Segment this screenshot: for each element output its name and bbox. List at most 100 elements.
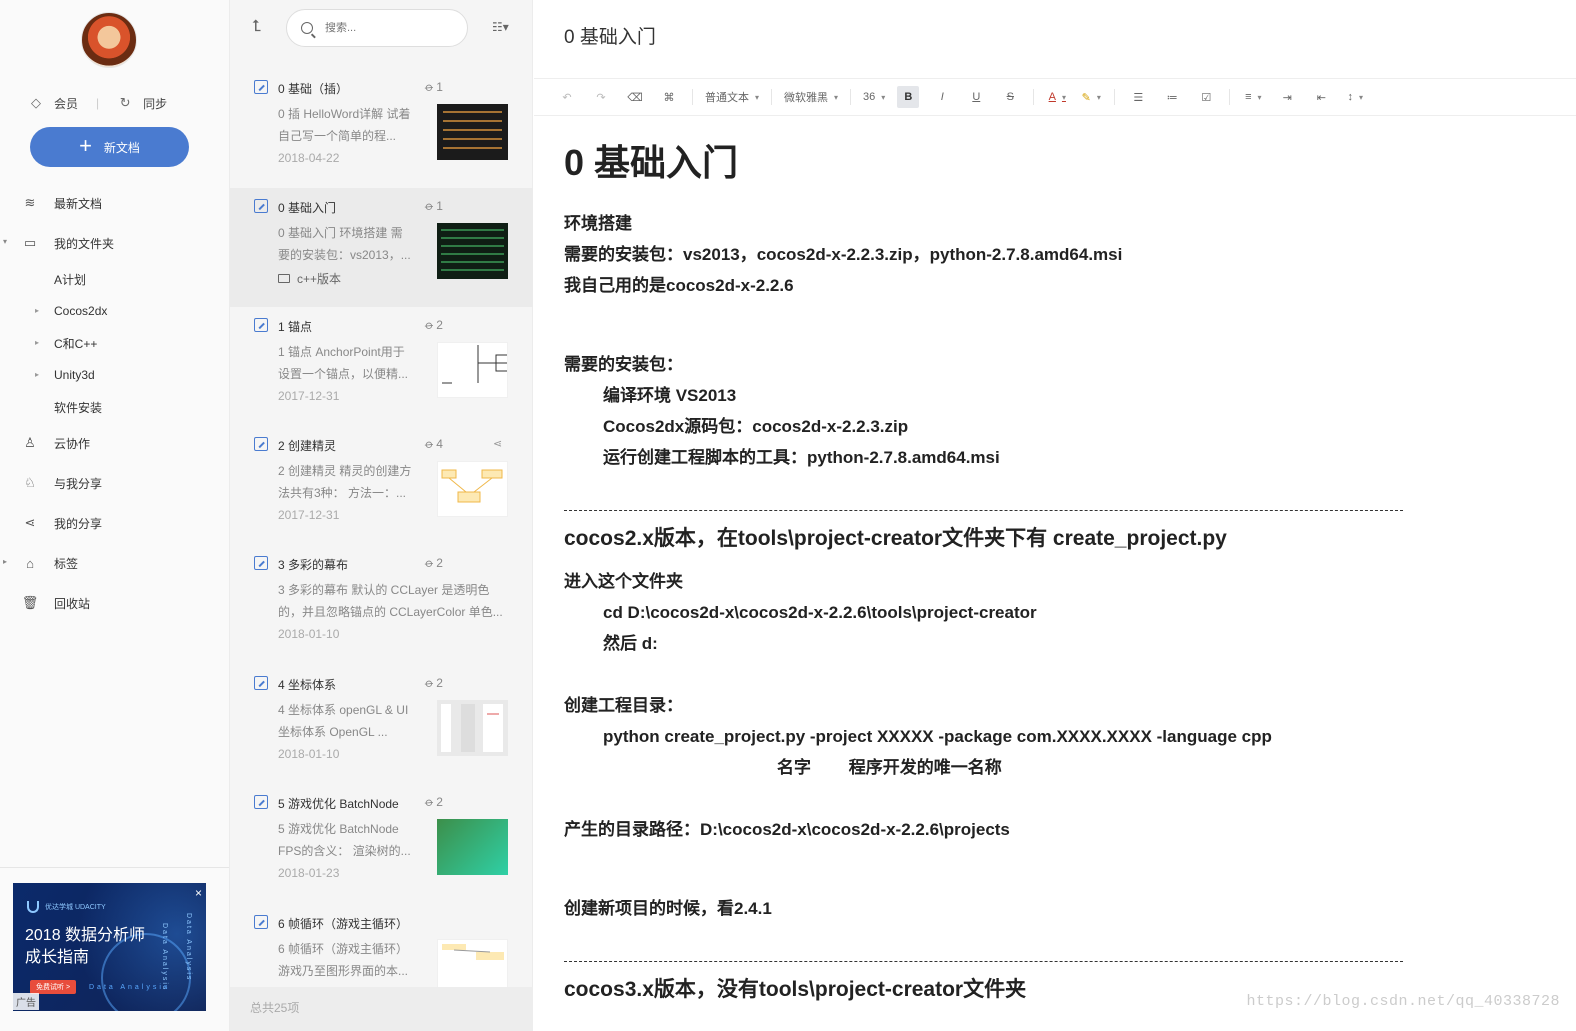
doc-date: 2017-12-31 [278, 508, 340, 522]
list-header: ⮤ ☷▾ [230, 0, 533, 58]
doc-title: 4 坐标体系 [278, 678, 337, 692]
line-height-icon[interactable]: ↕ [1344, 86, 1366, 108]
numbered-list-icon[interactable]: ≔ [1161, 86, 1183, 108]
search-box[interactable] [286, 9, 468, 47]
doc-thumbnail [437, 819, 508, 875]
diagram-thumbnail-svg [441, 704, 503, 752]
sync-button[interactable]: ↻ 同步 [117, 95, 167, 112]
sidebar-item-collab[interactable]: ♙ 云协作 [0, 423, 229, 463]
diamond-icon: ◇ [31, 95, 41, 110]
paragraph: 运行创建工程脚本的工具：python-2.7.8.amd64.msi [603, 448, 1000, 467]
list-footer-count: 总共25项 [230, 987, 533, 1031]
sidebar-item-label: 云协作 [54, 436, 91, 451]
font-family-dropdown[interactable]: 微软雅黑 [784, 86, 838, 108]
list-item[interactable]: 1 锚点 ⌀ 2 1 锚点 AnchorPoint用于设置一个锚点，以便精... … [230, 307, 533, 426]
font-color-icon[interactable]: A [1046, 86, 1068, 108]
search-input[interactable] [325, 22, 445, 34]
ad-banner[interactable]: 优达学城 UDACITY 2018 数据分析师 成长指南 Data Analys… [13, 883, 206, 1011]
paragraph: 需要的安装包： [564, 355, 683, 374]
chevron-down-icon[interactable]: ▾ [3, 237, 7, 246]
avatar[interactable] [81, 12, 137, 68]
format-painter-icon[interactable]: ⌘ [658, 86, 680, 108]
plus-icon: + [79, 133, 92, 158]
sidebar-item-label: 我的分享 [54, 516, 103, 531]
paragraph: 创建工程目录： [564, 696, 683, 715]
paperclip-icon: ⌀ [422, 317, 437, 333]
sidebar-item-label: A计划 [54, 272, 87, 287]
list-item[interactable]: 3 多彩的幕布 ⌀ 2 3 多彩的幕布 默认的 CCLayer 是透明色的，并且忽… [230, 545, 533, 664]
list-item[interactable]: 0 基础（插） ⌀ 1 0 插 HelloWord详解 试着自己写一个简单的程..… [230, 69, 533, 188]
doc-date: 2018-01-23 [278, 866, 340, 880]
redo-icon[interactable]: ↷ [590, 86, 612, 108]
divider [1033, 89, 1035, 105]
paperclip-icon: ⌀ [422, 79, 437, 95]
paragraph: 名字 程序开发的唯一名称 [777, 758, 1002, 777]
chevron-right-icon[interactable]: ▸ [35, 370, 39, 379]
eraser-icon[interactable]: ⌫ [624, 86, 646, 108]
bullet-list-icon[interactable]: ☰ [1127, 86, 1149, 108]
list-item[interactable]: 0 基础入门 ⌀ 1 0 基础入门 环境搭建 需要的安装包：vs2013，... … [230, 188, 533, 307]
heading-2: cocos2.x版本，在tools\project-creator文件夹下有 c… [564, 527, 1227, 550]
document-icon [254, 199, 268, 213]
new-document-button[interactable]: + 新文档 [30, 127, 189, 167]
sidebar-item-trash[interactable]: 🗑 回收站 [0, 583, 229, 623]
indent-icon[interactable]: ⇥ [1276, 86, 1298, 108]
doc-thumbnail [437, 342, 508, 398]
sidebar-item-shared-with-me[interactable]: ♘ 与我分享 [0, 463, 229, 503]
sidebar-subitem-cpp[interactable]: ▸ C和C++ [0, 327, 229, 359]
italic-icon[interactable]: I [931, 86, 953, 108]
bold-icon[interactable]: B [897, 86, 920, 108]
outdent-icon[interactable]: ⇤ [1310, 86, 1332, 108]
paragraph: 需要的安装包：vs2013，cocos2d-x-2.2.3.zip，python… [564, 245, 1123, 264]
sidebar-item-my-shares[interactable]: ⋖ 我的分享 [0, 503, 229, 543]
doc-snippet: 0 插 HelloWord详解 试着自己写一个简单的程... [278, 107, 411, 143]
ad-brand: 优达学城 UDACITY [27, 901, 106, 913]
doc-thumbnail [437, 939, 508, 987]
align-icon[interactable]: ≡ [1242, 86, 1264, 108]
font-size-dropdown[interactable]: 36 [863, 86, 885, 108]
strikethrough-icon[interactable]: S [999, 86, 1021, 108]
list-view-icon[interactable]: ☷▾ [492, 20, 509, 34]
search-icon [301, 22, 313, 34]
sidebar-subitem-a-plan[interactable]: A计划 [0, 263, 229, 295]
highlight-icon[interactable]: ✎ [1080, 86, 1102, 108]
document-icon [254, 556, 268, 570]
sidebar-subitem-software[interactable]: 软件安装 [0, 391, 229, 423]
sidebar-subitem-unity3d[interactable]: ▸ Unity3d [0, 359, 229, 391]
list-item[interactable]: 5 游戏优化 BatchNode ⌀ 2 5 游戏优化 BatchNode FPS… [230, 784, 533, 903]
chevron-right-icon[interactable]: ▸ [35, 306, 39, 315]
paragraph-style-dropdown[interactable]: 普通文本 [705, 86, 759, 108]
paragraph: 环境搭建 [564, 214, 632, 233]
ad-try-button[interactable]: 免费试听 > [30, 980, 77, 994]
chevron-right-icon[interactable]: ▸ [35, 338, 39, 347]
list-item[interactable]: 4 坐标体系 ⌀ 2 4 坐标体系 openGL & UI 坐标体系 OpenGL… [230, 665, 533, 784]
doc-title: 2 创建精灵 [278, 439, 337, 453]
back-up-icon[interactable]: ⮤ [252, 18, 261, 36]
editor-panel: 0 基础入门 ↶ ↷ ⌫ ⌘ 普通文本 微软雅黑 36 B I U S A ✎ … [534, 0, 1576, 1031]
sidebar-subitem-cocos2dx[interactable]: ▸ Cocos2dx [0, 295, 229, 327]
sidebar-item-tags[interactable]: ▸ ⌂ 标签 [0, 543, 229, 583]
paragraph: 然后 d: [603, 634, 658, 653]
sync-icon: ↻ [119, 95, 131, 110]
document-body[interactable]: 0 基础入门 环境搭建 需要的安装包：vs2013，cocos2d-x-2.2.… [564, 132, 1554, 1005]
document-icon [254, 795, 268, 809]
undo-icon[interactable]: ↶ [556, 86, 578, 108]
sidebar-item-my-folder[interactable]: ▾ ▭ 我的文件夹 [0, 223, 229, 263]
attachment-count: ⌀ 2 [422, 317, 443, 333]
checklist-icon[interactable]: ☑ [1195, 86, 1217, 108]
underline-icon[interactable]: U [965, 86, 987, 108]
share-icon[interactable]: ⋖ [493, 437, 502, 450]
list-item[interactable]: 6 帧循环（游戏主循环） 6 帧循环（游戏主循环）游戏乃至图形界面的本... [230, 904, 533, 987]
sidebar-item-recent[interactable]: ≋ 最新文档 [0, 183, 229, 223]
doc-title: 3 多彩的幕布 [278, 558, 349, 572]
document-icon [254, 80, 268, 94]
document-title[interactable]: 0 基础入门 [564, 22, 656, 49]
list-item[interactable]: 2 创建精灵 ⌀ 4 ⋖ 2 创建精灵 精灵的创建方法共有3种： 方法一：... … [230, 426, 533, 545]
close-icon[interactable]: × [195, 886, 202, 900]
divider [850, 89, 852, 105]
chevron-right-icon[interactable]: ▸ [3, 557, 7, 566]
vip-button[interactable]: ◇ 会员 [28, 95, 78, 112]
